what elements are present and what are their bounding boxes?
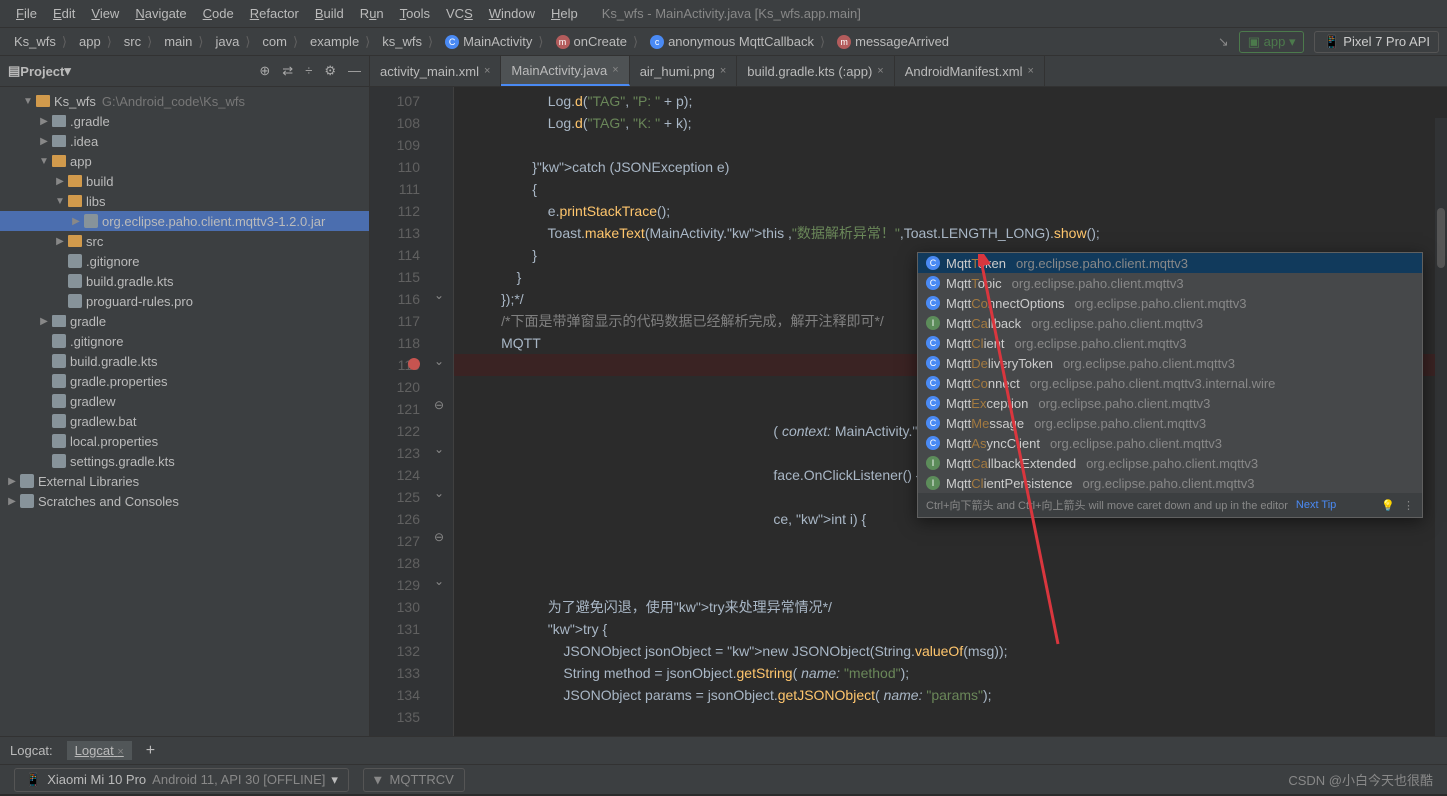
autocomplete-popup[interactable]: CMqttTokenorg.eclipse.paho.client.mqttv3… bbox=[917, 252, 1423, 518]
editor-tab[interactable]: air_humi.png× bbox=[630, 56, 738, 86]
more-icon[interactable]: ⋮ bbox=[1403, 499, 1414, 512]
close-icon[interactable]: × bbox=[877, 65, 883, 77]
tree-item[interactable]: .gitignore bbox=[0, 331, 369, 351]
device-selector[interactable]: 📱 Pixel 7 Pro API bbox=[1314, 31, 1439, 53]
logcat-label: Logcat: bbox=[10, 743, 53, 758]
bulb-icon[interactable]: 💡 bbox=[1381, 499, 1395, 512]
breadcrumb[interactable]: app bbox=[73, 34, 118, 50]
tree-item[interactable]: ▶src bbox=[0, 231, 369, 251]
autocomplete-item[interactable]: CMqttDeliveryTokenorg.eclipse.paho.clien… bbox=[918, 353, 1422, 373]
project-sidebar: ▤ Project ▾ ⊕ ⇄ ÷ ⚙ — ▼Ks_wfsG:\Android_… bbox=[0, 56, 370, 736]
autocomplete-item[interactable]: CMqttConnectOptionsorg.eclipse.paho.clie… bbox=[918, 293, 1422, 313]
autocomplete-item[interactable]: IMqttCallbackExtendedorg.eclipse.paho.cl… bbox=[918, 453, 1422, 473]
breadcrumb[interactable]: example bbox=[304, 34, 376, 50]
tree-item[interactable]: ▶.idea bbox=[0, 131, 369, 151]
tree-item[interactable]: local.properties bbox=[0, 431, 369, 451]
menu-run[interactable]: Run bbox=[352, 6, 392, 21]
device-dropdown[interactable]: 📱 Xiaomi Mi 10 Pro Android 11, API 30 [O… bbox=[14, 768, 349, 792]
autocomplete-item[interactable]: CMqttTopicorg.eclipse.paho.client.mqttv3 bbox=[918, 273, 1422, 293]
autocomplete-item[interactable]: CMqttAsyncClientorg.eclipse.paho.client.… bbox=[918, 433, 1422, 453]
settings-icon[interactable]: ⚙ bbox=[324, 63, 336, 79]
logcat-tab[interactable]: Logcat × bbox=[67, 741, 132, 760]
autocomplete-item[interactable]: CMqttMessageorg.eclipse.paho.client.mqtt… bbox=[918, 413, 1422, 433]
breadcrumb[interactable]: CMainActivity bbox=[439, 34, 549, 50]
menu-vcs[interactable]: VCS bbox=[438, 6, 481, 21]
project-tool-title[interactable]: ▤ Project ▾ bbox=[8, 63, 71, 79]
editor-tab[interactable]: AndroidManifest.xml× bbox=[895, 56, 1045, 86]
menu-tools[interactable]: Tools bbox=[392, 6, 438, 21]
editor-tab[interactable]: activity_main.xml× bbox=[370, 56, 501, 86]
watermark: CSDN @小白今天也很酷 bbox=[1288, 770, 1433, 789]
menu-build[interactable]: Build bbox=[307, 6, 352, 21]
menu-help[interactable]: Help bbox=[543, 6, 586, 21]
tree-item[interactable]: ▶.gradle bbox=[0, 111, 369, 131]
tree-item[interactable]: ▶Scratches and Consoles bbox=[0, 491, 369, 511]
tree-item[interactable]: ▼Ks_wfsG:\Android_code\Ks_wfs bbox=[0, 91, 369, 111]
breadcrumb[interactable]: ks_wfs bbox=[376, 34, 439, 50]
menu-code[interactable]: Code bbox=[195, 6, 242, 21]
tree-item[interactable]: ▼libs bbox=[0, 191, 369, 211]
tree-item[interactable]: ▶gradle bbox=[0, 311, 369, 331]
breadcrumb[interactable]: java bbox=[209, 34, 256, 50]
editor-tab[interactable]: MainActivity.java× bbox=[501, 56, 629, 86]
hide-icon[interactable]: — bbox=[348, 63, 361, 79]
close-icon[interactable]: × bbox=[612, 64, 618, 76]
tree-item[interactable]: ▼app bbox=[0, 151, 369, 171]
menu-edit[interactable]: Edit bbox=[45, 6, 83, 21]
menu-bar: File Edit View Navigate Code Refactor Bu… bbox=[0, 0, 1447, 28]
breadcrumb[interactable]: canonymous MqttCallback bbox=[644, 34, 831, 50]
window-title: Ks_wfs - MainActivity.java [Ks_wfs.app.m… bbox=[602, 6, 861, 21]
tree-item[interactable]: ▶org.eclipse.paho.client.mqttv3-1.2.0.ja… bbox=[0, 211, 369, 231]
breadcrumb[interactable]: Ks_wfs bbox=[8, 34, 73, 50]
build-icon[interactable]: ↘ bbox=[1218, 34, 1229, 50]
menu-window[interactable]: Window bbox=[481, 6, 543, 21]
add-tab-icon[interactable]: + bbox=[146, 742, 155, 760]
breadcrumb[interactable]: src bbox=[118, 34, 158, 50]
breadcrumb[interactable]: mmessageArrived bbox=[831, 34, 961, 50]
close-icon[interactable]: × bbox=[484, 65, 490, 77]
breadcrumb[interactable]: main bbox=[158, 34, 209, 50]
menu-view[interactable]: View bbox=[83, 6, 127, 21]
logcat-filter[interactable]: ▼ MQTTRCV bbox=[363, 768, 465, 792]
project-tree[interactable]: ▼Ks_wfsG:\Android_code\Ks_wfs▶.gradle▶.i… bbox=[0, 87, 369, 736]
tree-item[interactable]: gradle.properties bbox=[0, 371, 369, 391]
autocomplete-item[interactable]: CMqttConnectorg.eclipse.paho.client.mqtt… bbox=[918, 373, 1422, 393]
close-icon[interactable]: × bbox=[1028, 65, 1034, 77]
next-tip-link[interactable]: Next Tip bbox=[1296, 499, 1336, 511]
tree-item[interactable]: gradlew.bat bbox=[0, 411, 369, 431]
nav-bar: Ks_wfsappsrcmainjavacomexampleks_wfsCMai… bbox=[0, 28, 1447, 56]
menu-refactor[interactable]: Refactor bbox=[242, 6, 307, 21]
autocomplete-item[interactable]: IMqttClientPersistenceorg.eclipse.paho.c… bbox=[918, 473, 1422, 493]
line-gutter: 1071081091101111121131141151161171181191… bbox=[370, 87, 428, 736]
fold-gutter: ⌄⌄⊖⌄⌄⊖⌄ bbox=[428, 87, 454, 736]
status-bar: 📱 Xiaomi Mi 10 Pro Android 11, API 30 [O… bbox=[0, 764, 1447, 794]
autocomplete-item[interactable]: IMqttCallbackorg.eclipse.paho.client.mqt… bbox=[918, 313, 1422, 333]
scrollbar-v[interactable] bbox=[1435, 118, 1447, 736]
expand-all-icon[interactable]: ⇄ bbox=[282, 63, 293, 79]
tree-item[interactable]: .gitignore bbox=[0, 251, 369, 271]
tree-item[interactable]: ▶build bbox=[0, 171, 369, 191]
menu-file[interactable]: File bbox=[8, 6, 45, 21]
breadcrumb[interactable]: monCreate bbox=[550, 34, 645, 50]
tool-window-bar: Logcat: Logcat × + bbox=[0, 736, 1447, 764]
run-config-selector[interactable]: ▣ app ▾ bbox=[1239, 31, 1305, 53]
select-opened-icon[interactable]: ⊕ bbox=[259, 63, 270, 79]
tree-item[interactable]: build.gradle.kts bbox=[0, 271, 369, 291]
tree-item[interactable]: proguard-rules.pro bbox=[0, 291, 369, 311]
tree-item[interactable]: settings.gradle.kts bbox=[0, 451, 369, 471]
autocomplete-item[interactable]: CMqttTokenorg.eclipse.paho.client.mqttv3 bbox=[918, 253, 1422, 273]
editor-tab[interactable]: build.gradle.kts (:app)× bbox=[737, 56, 894, 86]
collapse-icon[interactable]: ÷ bbox=[305, 63, 312, 79]
autocomplete-item[interactable]: CMqttClientorg.eclipse.paho.client.mqttv… bbox=[918, 333, 1422, 353]
autocomplete-item[interactable]: CMqttExceptionorg.eclipse.paho.client.mq… bbox=[918, 393, 1422, 413]
breadcrumb[interactable]: com bbox=[256, 34, 304, 50]
tree-item[interactable]: gradlew bbox=[0, 391, 369, 411]
tree-item[interactable]: build.gradle.kts bbox=[0, 351, 369, 371]
close-icon[interactable]: × bbox=[720, 65, 726, 77]
menu-navigate[interactable]: Navigate bbox=[127, 6, 194, 21]
editor-tabs: activity_main.xml×MainActivity.java×air_… bbox=[370, 56, 1447, 87]
tree-item[interactable]: ▶External Libraries bbox=[0, 471, 369, 491]
